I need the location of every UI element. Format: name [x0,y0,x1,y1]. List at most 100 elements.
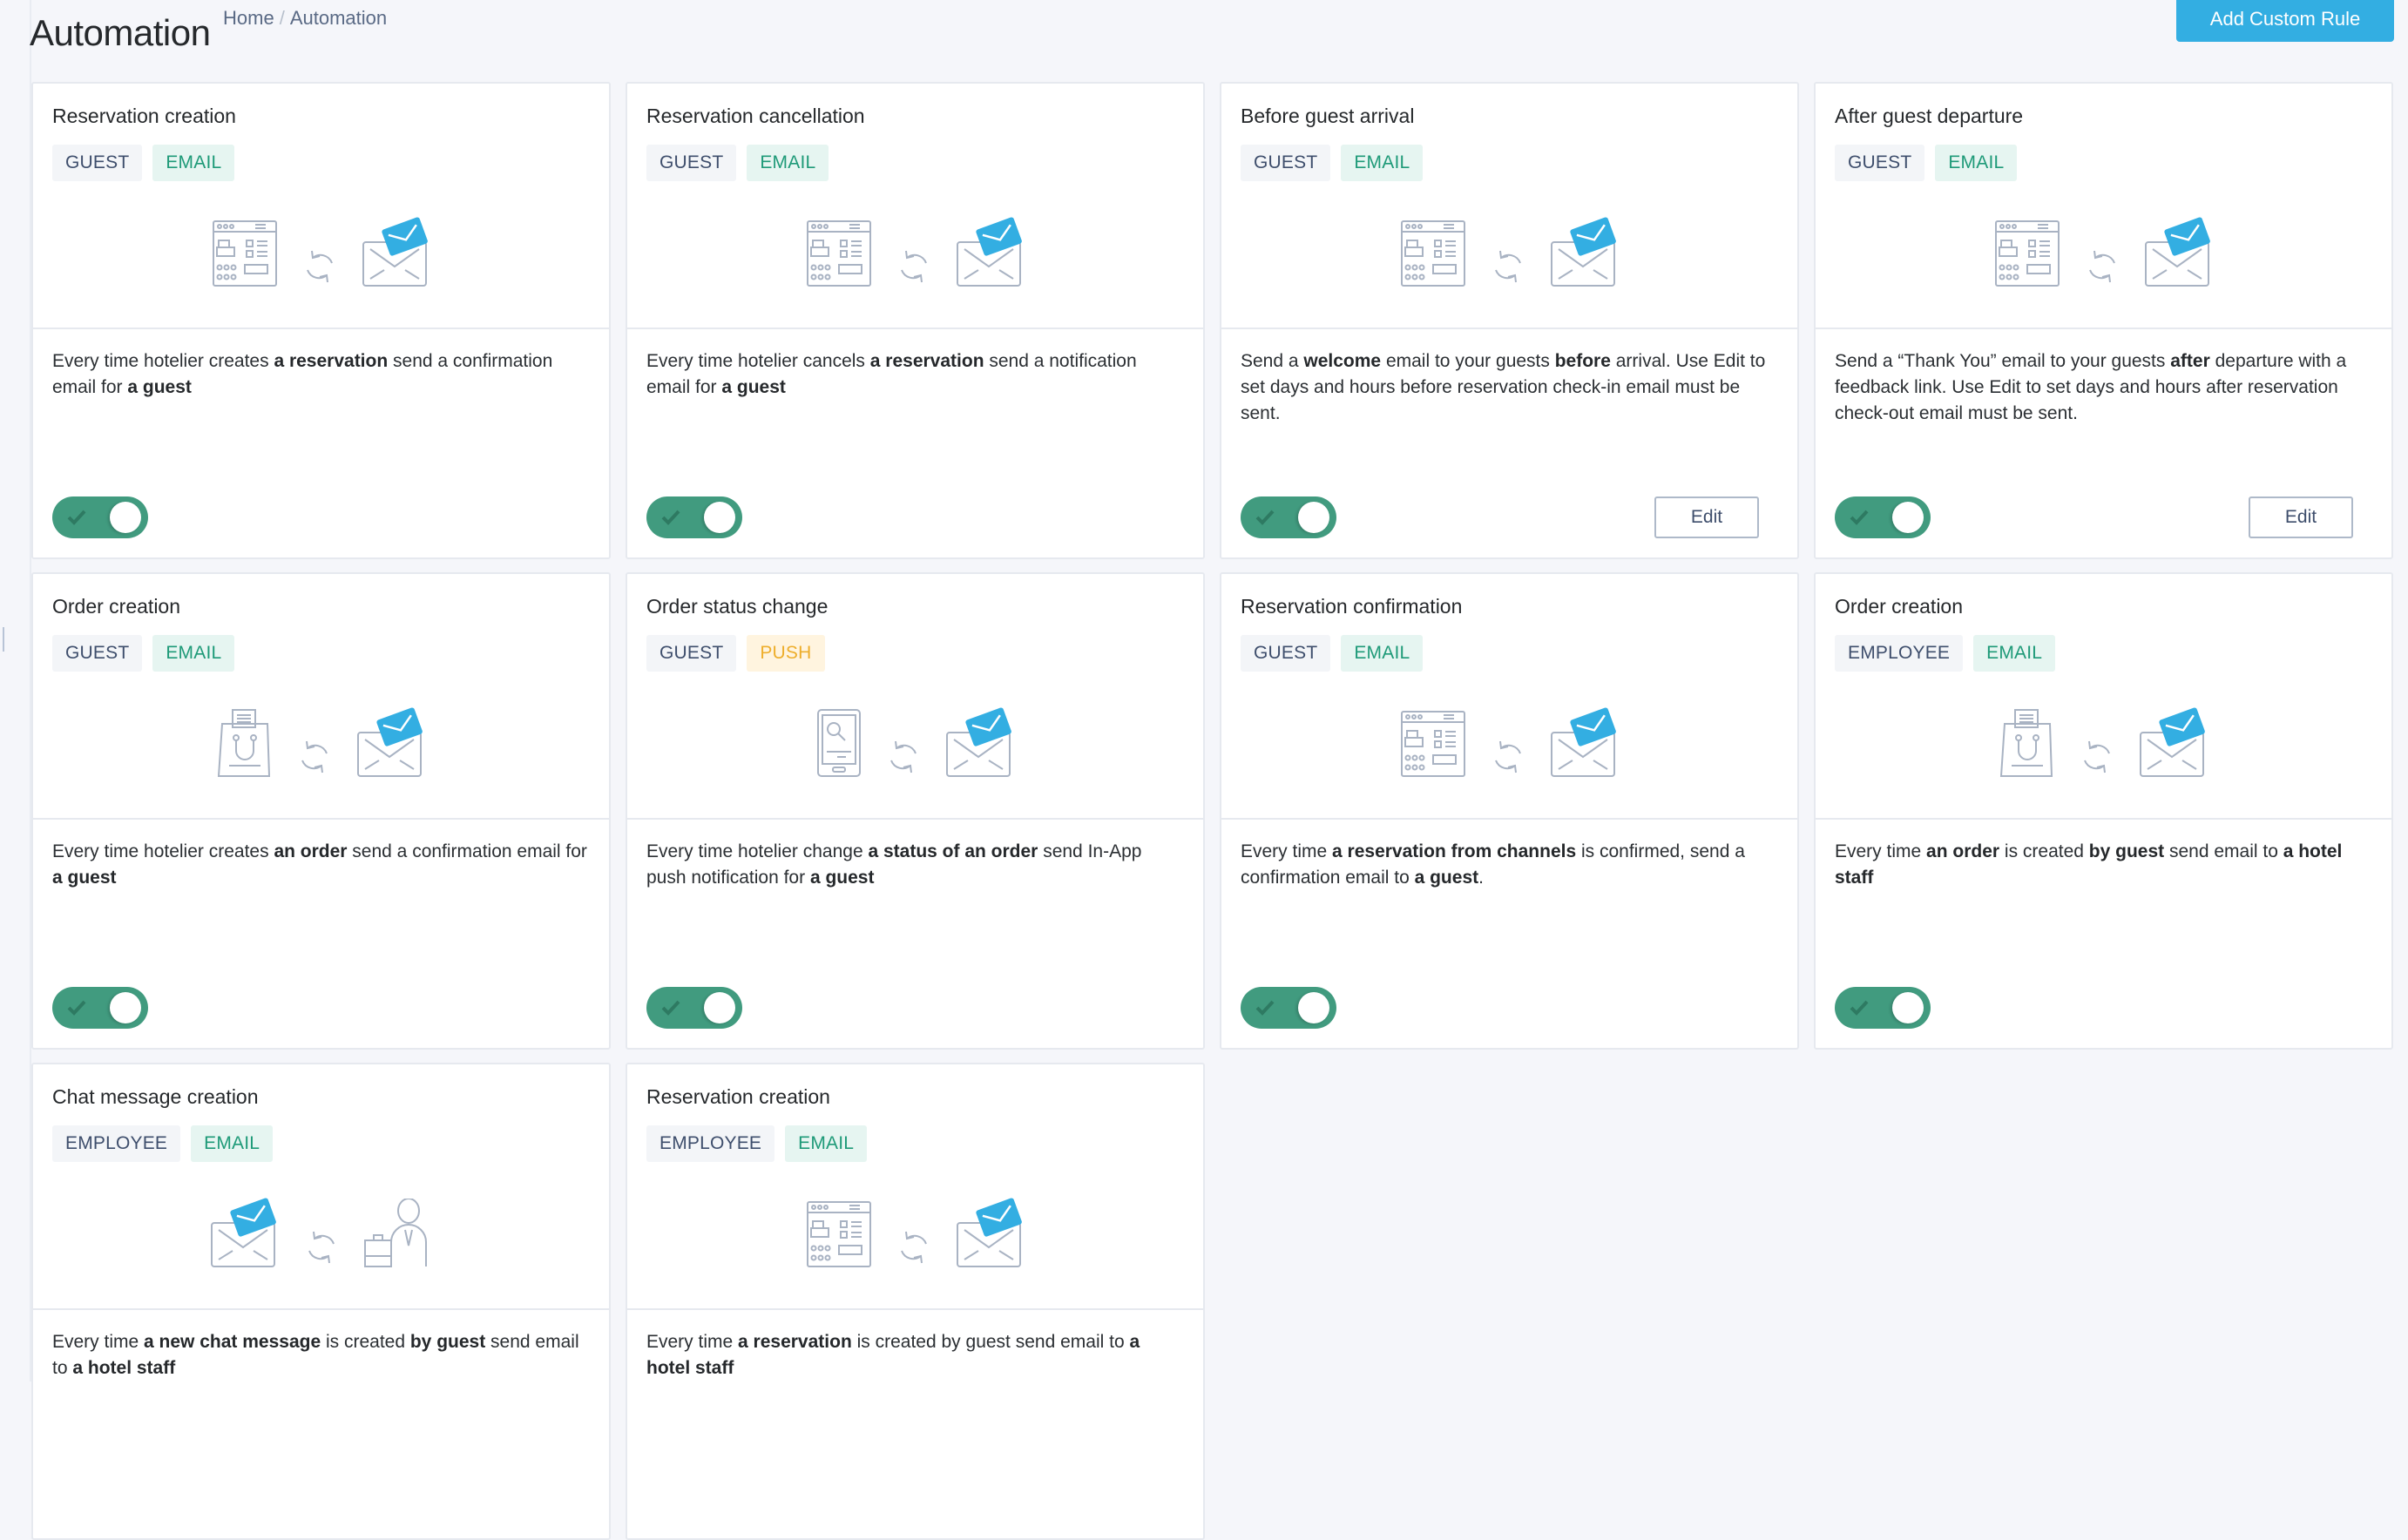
description-text: Every time [1835,841,1927,861]
tag-guest: GUEST [646,635,737,672]
tag-guest: GUEST [1241,635,1331,672]
tag-list: GUEST EMAIL [52,145,590,181]
rule-enabled-toggle[interactable] [52,987,148,1029]
sync-arrows-icon [898,1226,930,1268]
rule-description: Every time hotelier creates an order sen… [52,839,590,891]
rule-illustration [1816,214,2391,287]
rule-enabled-toggle[interactable] [1241,987,1336,1029]
rule-illustration [33,1195,609,1268]
rule-description: Send a welcome email to your guests befo… [1241,348,1778,427]
check-icon [66,998,87,1022]
tag-push: PUSH [747,635,825,672]
rule-illustration [627,705,1203,778]
email-envelope-icon [1550,216,1620,287]
description-text: is created by guest send email to [851,1332,1130,1352]
automation-rule-card: Reservation cancellation GUEST EMAIL Ever… [626,82,1205,559]
rule-description: Send a “Thank You” email to your guests … [1835,348,2372,427]
description-emphasis: after [2170,351,2210,371]
tag-guest: GUEST [52,145,143,181]
description-emphasis: a hotel staff [72,1358,176,1378]
rule-illustration [627,1195,1203,1268]
sync-arrows-icon [299,736,330,778]
hotel-staff-icon [363,1199,433,1268]
tag-guest: GUEST [1835,145,1925,181]
check-icon [660,508,681,531]
sync-arrows-icon [898,246,930,287]
tag-list: GUEST EMAIL [646,145,1184,181]
card-header: Chat message creation EMPLOYEE EMAIL [33,1064,609,1310]
rule-enabled-toggle[interactable] [1835,987,1931,1029]
smartphone-icon [816,708,862,778]
tag-email: EMAIL [1341,635,1424,672]
description-text: Every time hotelier creates [52,841,274,861]
description-text: is created [1999,841,2089,861]
check-icon [660,998,681,1022]
check-icon [1849,998,1870,1022]
breadcrumb-separator: / [279,7,285,29]
card-body: Every time an order is created by guest … [1816,820,2391,1048]
card-body: Every time a reservation is created by g… [627,1310,1203,1538]
sync-arrows-icon [306,1226,337,1268]
description-text: . [1478,868,1484,888]
email-envelope-icon [2144,216,2214,287]
breadcrumb-home[interactable]: Home [223,7,274,29]
description-emphasis: an order [1926,841,2000,861]
tag-list: GUEST PUSH [646,635,1184,672]
rule-description: Every time hotelier creates a reservatio… [52,348,590,401]
rule-enabled-toggle[interactable] [52,496,148,538]
rule-enabled-toggle[interactable] [646,987,742,1029]
card-title: Reservation confirmation [1241,595,1463,618]
rule-illustration [1221,705,1797,778]
automation-rule-card: Reservation creation GUEST EMAIL Every ti… [31,82,611,559]
edit-button[interactable]: Edit [1654,496,1759,538]
tag-list: GUEST EMAIL [52,635,590,672]
description-text: send email to [2164,841,2283,861]
page-title: Automation [30,12,211,54]
description-emphasis: a status of an order [868,841,1038,861]
shopping-bag-icon [217,708,273,778]
card-header: After guest departure GUEST EMAIL [1816,84,2391,329]
toggle-knob [1298,992,1329,1023]
sidebar-resize-handle[interactable] [3,627,4,652]
rule-illustration [33,214,609,287]
card-body: Every time a new chat message is created… [33,1310,609,1538]
sync-arrows-icon [2087,246,2118,287]
description-text: send a confirmation email for [347,841,587,861]
automation-rule-card: Before guest arrival GUEST EMAIL Send a w… [1220,82,1799,559]
automation-rule-card: Order creation EMPLOYEE EMAIL Every time … [1814,572,2393,1050]
tag-email: EMAIL [1973,635,2056,672]
add-custom-rule-button[interactable]: Add Custom Rule [2176,0,2394,42]
email-envelope-icon [2139,706,2208,778]
rule-enabled-toggle[interactable] [646,496,742,538]
card-header: Reservation creation EMPLOYEE EMAIL [627,1064,1203,1310]
email-envelope-icon [1550,706,1620,778]
card-title: Reservation creation [52,105,236,127]
card-header: Reservation confirmation GUEST EMAIL [1221,574,1797,820]
email-envelope-icon [362,216,431,287]
tag-guest: GUEST [1241,145,1331,181]
toggle-knob [110,502,141,533]
toggle-knob [704,502,735,533]
description-text: email to your guests [1381,351,1555,371]
card-title: Reservation cancellation [646,105,865,127]
automation-rule-card: Reservation confirmation GUEST EMAIL Ever… [1220,572,1799,1050]
card-header: Reservation cancellation GUEST EMAIL [627,84,1203,329]
automation-rule-card: Order status change GUEST PUSH Every time… [626,572,1205,1050]
description-text: Every time [646,1332,739,1352]
rule-enabled-toggle[interactable] [1835,496,1931,538]
rule-description: Every time hotelier cancels a reservatio… [646,348,1184,401]
description-emphasis: a reservation [738,1332,852,1352]
tag-guest: GUEST [646,145,737,181]
edit-button[interactable]: Edit [2249,496,2353,538]
booking-calendar-icon [212,220,278,287]
sync-arrows-icon [1492,246,1524,287]
breadcrumb: Home / Automation [223,7,387,30]
rule-description: Every time hotelier change a status of a… [646,839,1184,891]
description-emphasis: an order [274,841,348,861]
description-text: is created [321,1332,410,1352]
rule-enabled-toggle[interactable] [1241,496,1336,538]
toggle-knob [1298,502,1329,533]
email-envelope-icon [210,1197,280,1268]
booking-calendar-icon [806,1200,872,1268]
sync-arrows-icon [2081,736,2113,778]
